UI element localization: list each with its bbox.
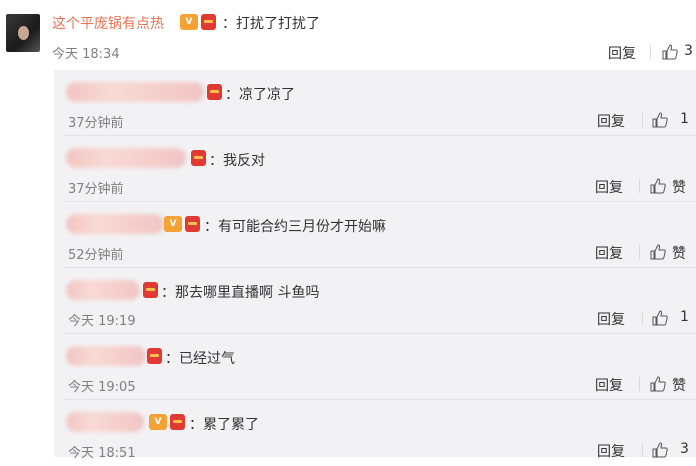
reply-text: ：凉了凉了	[225, 87, 295, 103]
vip-badge-icon: V	[180, 14, 198, 30]
reply-text: ：累了累了	[189, 417, 259, 433]
separator	[639, 179, 640, 193]
reply-button[interactable]: 回复	[597, 309, 625, 329]
like-count: 赞	[672, 180, 686, 196]
thumbs-up-icon[interactable]	[662, 44, 678, 60]
reply-time: 37分钟前	[68, 116, 124, 131]
reply-item: ：已经过气 今天 19:05 回复 赞	[54, 334, 696, 400]
red-packet-icon	[170, 414, 185, 430]
badge-icons: V	[164, 216, 200, 232]
thumbs-up-icon[interactable]	[650, 178, 666, 194]
redacted-username	[66, 346, 146, 366]
reply-item: ：那去哪里直播啊 斗鱼吗 今天 19:19 回复 1	[54, 268, 696, 334]
vip-badge-icon: V	[164, 216, 182, 232]
red-packet-icon	[185, 216, 200, 232]
separator	[650, 45, 651, 59]
red-packet-icon	[201, 14, 216, 30]
badge-icons	[191, 150, 206, 166]
thumbs-up-icon[interactable]	[652, 112, 668, 128]
badge-icons: V	[180, 14, 216, 30]
reply-item: V ：有可能合约三月份才开始嘛 52分钟前 回复 赞	[54, 202, 696, 268]
avatar[interactable]	[6, 14, 40, 52]
reply-list: ：凉了凉了 37分钟前 回复 1 ：我反对 37分钟前 回复 赞 V ：有可能合…	[54, 70, 696, 461]
reply-button[interactable]: 回复	[597, 111, 625, 131]
badge-icons: V	[149, 414, 185, 430]
red-packet-icon	[147, 348, 162, 364]
red-packet-icon	[191, 150, 206, 166]
separator	[639, 245, 640, 259]
comment-text: ：打扰了打扰了	[222, 16, 320, 32]
red-packet-icon	[207, 84, 222, 100]
vip-badge-icon: V	[149, 414, 167, 430]
reply-button[interactable]: 回复	[595, 243, 623, 263]
badge-icons	[143, 282, 158, 298]
reply-time: 今天 19:19	[68, 314, 136, 329]
thumbs-up-icon[interactable]	[650, 244, 666, 260]
like-count: 1	[680, 111, 689, 127]
main-comment: 这个平庞锅有点热 V ：打扰了打扰了 今天 18:34 回复 3	[0, 0, 696, 70]
reply-button[interactable]: 回复	[608, 43, 636, 63]
redacted-username	[66, 148, 186, 168]
separator	[642, 113, 643, 127]
reply-button[interactable]: 回复	[595, 375, 623, 395]
comment-author[interactable]: 这个平庞锅有点热	[52, 13, 164, 33]
reply-button[interactable]: 回复	[597, 441, 625, 461]
thumbs-up-icon[interactable]	[652, 442, 668, 458]
reply-text: ：那去哪里直播啊 斗鱼吗	[161, 285, 320, 301]
red-packet-icon	[143, 282, 158, 298]
reply-time: 今天 19:05	[68, 380, 136, 395]
thumbs-up-icon[interactable]	[652, 310, 668, 326]
like-count: 3	[684, 43, 693, 59]
separator	[642, 311, 643, 325]
badge-icons	[207, 84, 222, 100]
reply-time: 37分钟前	[68, 182, 124, 197]
reply-item: ：我反对 37分钟前 回复 赞	[54, 136, 696, 202]
comment-time: 今天 18:34	[52, 47, 120, 62]
reply-text: ：我反对	[209, 153, 265, 169]
reply-item: ：凉了凉了 37分钟前 回复 1	[54, 70, 696, 136]
like-count: 3	[680, 441, 689, 457]
reply-time: 今天 18:51	[68, 446, 136, 461]
reply-text: ：有可能合约三月份才开始嘛	[204, 219, 386, 235]
like-count: 赞	[672, 378, 686, 394]
thumbs-up-icon[interactable]	[650, 376, 666, 392]
reply-button[interactable]: 回复	[595, 177, 623, 197]
reply-item: V ：累了累了 今天 18:51 回复 3	[54, 400, 696, 466]
like-count: 1	[680, 309, 689, 325]
redacted-username	[66, 214, 164, 234]
redacted-username	[66, 280, 140, 300]
like-count: 赞	[672, 246, 686, 262]
reply-text: ：已经过气	[165, 351, 235, 367]
redacted-username	[66, 82, 204, 102]
redacted-username	[66, 412, 144, 432]
reply-time: 52分钟前	[68, 248, 124, 263]
separator	[639, 377, 640, 391]
separator	[642, 443, 643, 457]
badge-icons	[147, 348, 162, 364]
